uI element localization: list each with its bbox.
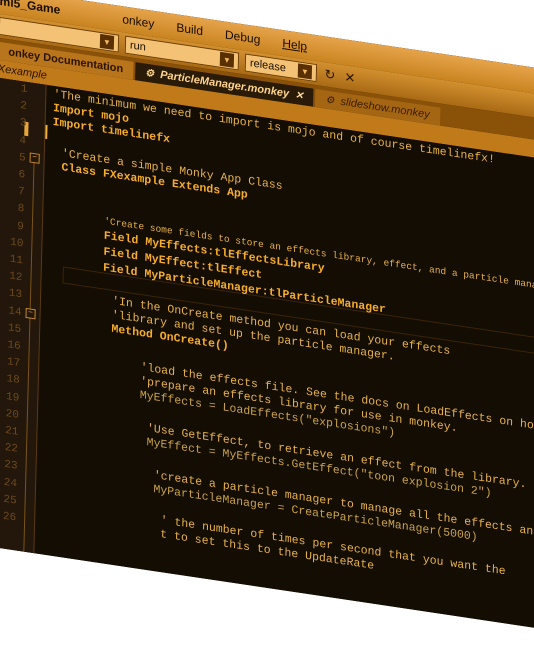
line-number: 15 (7, 322, 22, 336)
line-number: 9 (17, 220, 24, 234)
menu-debug[interactable]: Debug (225, 28, 261, 47)
code-editor[interactable]: − − 1 2 3 4 5 6 7 8 9 10 11 12 13 14 15 16 17 18 19 20 21 22 2… (0, 71, 534, 647)
line-number: 3 (19, 117, 27, 131)
menu-help[interactable]: Help (282, 36, 307, 54)
line-number: 23 (4, 459, 18, 474)
line-number: 20 (5, 407, 20, 422)
line-gutter: − − 1 2 3 4 5 6 7 8 9 10 11 12 13 14 15 16 17 18 19 20 21 22 2… (0, 77, 47, 558)
chevron-down-icon: ▼ (297, 63, 313, 80)
chevron-down-icon: ▼ (219, 51, 235, 68)
text-cursor (45, 124, 48, 140)
line-number: 2 (20, 100, 28, 114)
config-value: release (249, 57, 287, 75)
line-number: 4 (19, 134, 27, 148)
close-tab-icon[interactable]: ✕ (295, 89, 304, 101)
menu-build[interactable]: Build (176, 20, 203, 38)
line-number: 24 (3, 476, 18, 491)
line-number: 26 (2, 510, 17, 525)
line-number: 8 (17, 203, 25, 217)
line-number: 6 (18, 168, 26, 182)
ide-window: ml5_Game onkey Build Debug Help ▼ run ▼ … (0, 0, 534, 647)
close-icon[interactable]: ✕ (343, 69, 357, 87)
line-number: 25 (3, 493, 17, 508)
line-number: 11 (9, 253, 24, 268)
line-number: 18 (6, 373, 20, 388)
line-number: 13 (8, 287, 23, 302)
refresh-icon[interactable]: ↻ (323, 66, 337, 84)
gear-icon: ⚙ (325, 93, 335, 107)
gear-icon: ⚙ (145, 67, 155, 80)
line-number: 5 (18, 151, 26, 165)
line-number: 1 (20, 83, 28, 97)
line-number: 12 (9, 270, 23, 285)
line-number: 10 (10, 236, 24, 251)
line-number: 7 (17, 185, 25, 199)
line-number: 16 (7, 339, 21, 354)
line-number: 22 (4, 442, 19, 456)
line-number: 17 (6, 356, 21, 371)
fold-toggle-icon[interactable]: − (25, 307, 36, 320)
line-number: 14 (8, 304, 22, 319)
line-number: 21 (5, 424, 19, 439)
fold-line (23, 159, 35, 558)
fold-toggle-icon[interactable]: − (29, 152, 40, 164)
chevron-down-icon: ▼ (99, 33, 115, 50)
menu-monkey[interactable]: onkey (122, 12, 154, 31)
line-number: 19 (5, 390, 20, 405)
